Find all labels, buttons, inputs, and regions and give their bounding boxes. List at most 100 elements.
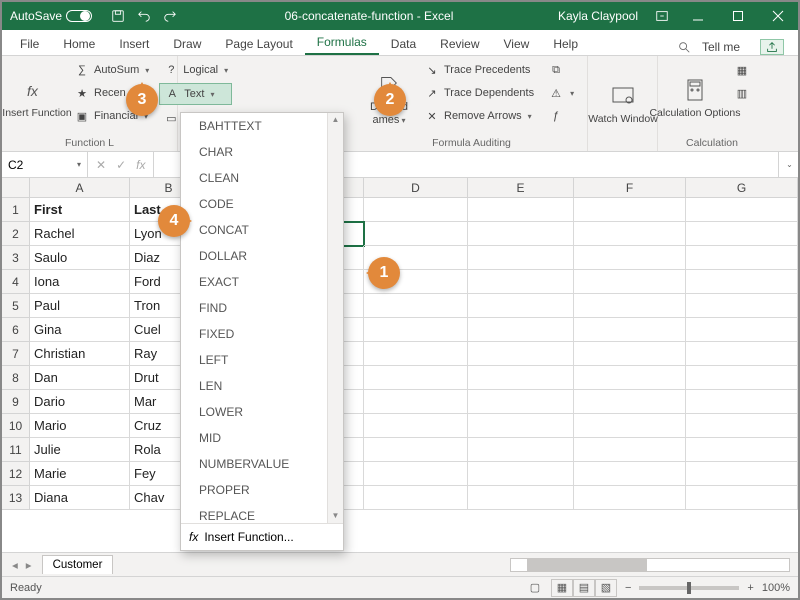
calculate-sheet-button[interactable]: ▥ (730, 83, 754, 103)
show-formulas-button[interactable]: ⧉ (544, 60, 578, 80)
dropdown-item-left[interactable]: LEFT (181, 347, 343, 373)
dropdown-item-find[interactable]: FIND (181, 295, 343, 321)
row-header-6[interactable]: 6 (2, 318, 30, 342)
cell-F11[interactable] (574, 438, 686, 462)
page-layout-view-button[interactable]: ▤ (573, 579, 595, 597)
tellme-search-icon[interactable] (676, 39, 692, 55)
watch-window-button[interactable]: Watch Window (596, 60, 650, 147)
tab-data[interactable]: Data (379, 32, 428, 55)
tab-home[interactable]: Home (51, 32, 107, 55)
row-header-7[interactable]: 7 (2, 342, 30, 366)
cell-F6[interactable] (574, 318, 686, 342)
cell-F4[interactable] (574, 270, 686, 294)
cell-G6[interactable] (686, 318, 798, 342)
cell-G11[interactable] (686, 438, 798, 462)
cell-F2[interactable] (574, 222, 686, 246)
cell-E4[interactable] (468, 270, 574, 294)
dropdown-item-clean[interactable]: CLEAN (181, 165, 343, 191)
zoom-in-button[interactable]: + (747, 582, 753, 594)
tab-draw[interactable]: Draw (161, 32, 213, 55)
dropdown-scrollbar[interactable]: ▲ ▼ (327, 113, 343, 523)
cell-E10[interactable] (468, 414, 574, 438)
dropdown-item-numbervalue[interactable]: NUMBERVALUE (181, 451, 343, 477)
dropdown-item-bahttext[interactable]: BAHTTEXT (181, 113, 343, 139)
tab-page-layout[interactable]: Page Layout (213, 32, 304, 55)
dropdown-item-exact[interactable]: EXACT (181, 269, 343, 295)
cell-D1[interactable] (364, 198, 468, 222)
chevron-down-icon[interactable]: ▾ (77, 160, 81, 169)
tab-view[interactable]: View (492, 32, 542, 55)
cell-F5[interactable] (574, 294, 686, 318)
zoom-slider[interactable] (639, 586, 739, 590)
cell-A7[interactable]: Christian (30, 342, 130, 366)
cell-G8[interactable] (686, 366, 798, 390)
row-header-2[interactable]: 2 (2, 222, 30, 246)
cell-F7[interactable] (574, 342, 686, 366)
row-header-3[interactable]: 3 (2, 246, 30, 270)
cell-A1[interactable]: First (30, 198, 130, 222)
remove-arrows-button[interactable]: ✕Remove Arrows▾ (420, 106, 538, 126)
cell-G10[interactable] (686, 414, 798, 438)
cell-A4[interactable]: Iona (30, 270, 130, 294)
tab-insert[interactable]: Insert (107, 32, 161, 55)
cell-G12[interactable] (686, 462, 798, 486)
cell-E9[interactable] (468, 390, 574, 414)
cell-G9[interactable] (686, 390, 798, 414)
cell-D12[interactable] (364, 462, 468, 486)
col-header-D[interactable]: D (364, 178, 468, 198)
cell-G2[interactable] (686, 222, 798, 246)
cell-F3[interactable] (574, 246, 686, 270)
cancel-icon[interactable]: ✕ (96, 158, 106, 172)
dropdown-item-char[interactable]: CHAR (181, 139, 343, 165)
cell-A12[interactable]: Marie (30, 462, 130, 486)
undo-icon[interactable] (136, 8, 152, 24)
cell-A11[interactable]: Julie (30, 438, 130, 462)
maximize-button[interactable] (718, 2, 758, 30)
save-icon[interactable] (110, 8, 126, 24)
cell-D9[interactable] (364, 390, 468, 414)
enter-icon[interactable]: ✓ (116, 158, 126, 172)
row-header-12[interactable]: 12 (2, 462, 30, 486)
cell-E3[interactable] (468, 246, 574, 270)
cell-D7[interactable] (364, 342, 468, 366)
error-checking-button[interactable]: ⚠▾ (544, 83, 578, 103)
horizontal-scrollbar[interactable] (510, 558, 790, 572)
share-button[interactable] (760, 39, 784, 55)
dropdown-item-dollar[interactable]: DOLLAR (181, 243, 343, 269)
autosave-toggle[interactable]: AutoSave (2, 9, 100, 23)
cell-A9[interactable]: Dario (30, 390, 130, 414)
dropdown-item-replace[interactable]: REPLACE (181, 503, 343, 523)
dropdown-item-fixed[interactable]: FIXED (181, 321, 343, 347)
cell-A3[interactable]: Saulo (30, 246, 130, 270)
cell-E1[interactable] (468, 198, 574, 222)
cell-G4[interactable] (686, 270, 798, 294)
sheet-tab-customer[interactable]: Customer (42, 555, 114, 574)
cell-F9[interactable] (574, 390, 686, 414)
zoom-level[interactable]: 100% (762, 582, 790, 594)
dropdown-item-len[interactable]: LEN (181, 373, 343, 399)
fx-icon[interactable]: fx (136, 158, 145, 172)
cell-A10[interactable]: Mario (30, 414, 130, 438)
cell-F13[interactable] (574, 486, 686, 510)
tab-help[interactable]: Help (541, 32, 590, 55)
cell-E11[interactable] (468, 438, 574, 462)
row-header-13[interactable]: 13 (2, 486, 30, 510)
sheet-nav[interactable]: ◂▸ (2, 558, 42, 572)
redo-icon[interactable] (162, 8, 178, 24)
cell-A6[interactable]: Gina (30, 318, 130, 342)
cell-E6[interactable] (468, 318, 574, 342)
row-header-1[interactable]: 1 (2, 198, 30, 222)
cell-E2[interactable] (468, 222, 574, 246)
cell-A5[interactable]: Paul (30, 294, 130, 318)
tab-review[interactable]: Review (428, 32, 491, 55)
insert-function-button[interactable]: fx Insert Function (10, 60, 64, 135)
spreadsheet-grid[interactable]: ABCDEFG1FirstLast2RachelLyon3SauloDiaz4I… (2, 178, 798, 552)
toggle-switch[interactable] (66, 10, 92, 22)
cell-G1[interactable] (686, 198, 798, 222)
cell-A2[interactable]: Rachel (30, 222, 130, 246)
cell-E8[interactable] (468, 366, 574, 390)
dropdown-item-proper[interactable]: PROPER (181, 477, 343, 503)
cell-G3[interactable] (686, 246, 798, 270)
row-header-10[interactable]: 10 (2, 414, 30, 438)
cell-D13[interactable] (364, 486, 468, 510)
